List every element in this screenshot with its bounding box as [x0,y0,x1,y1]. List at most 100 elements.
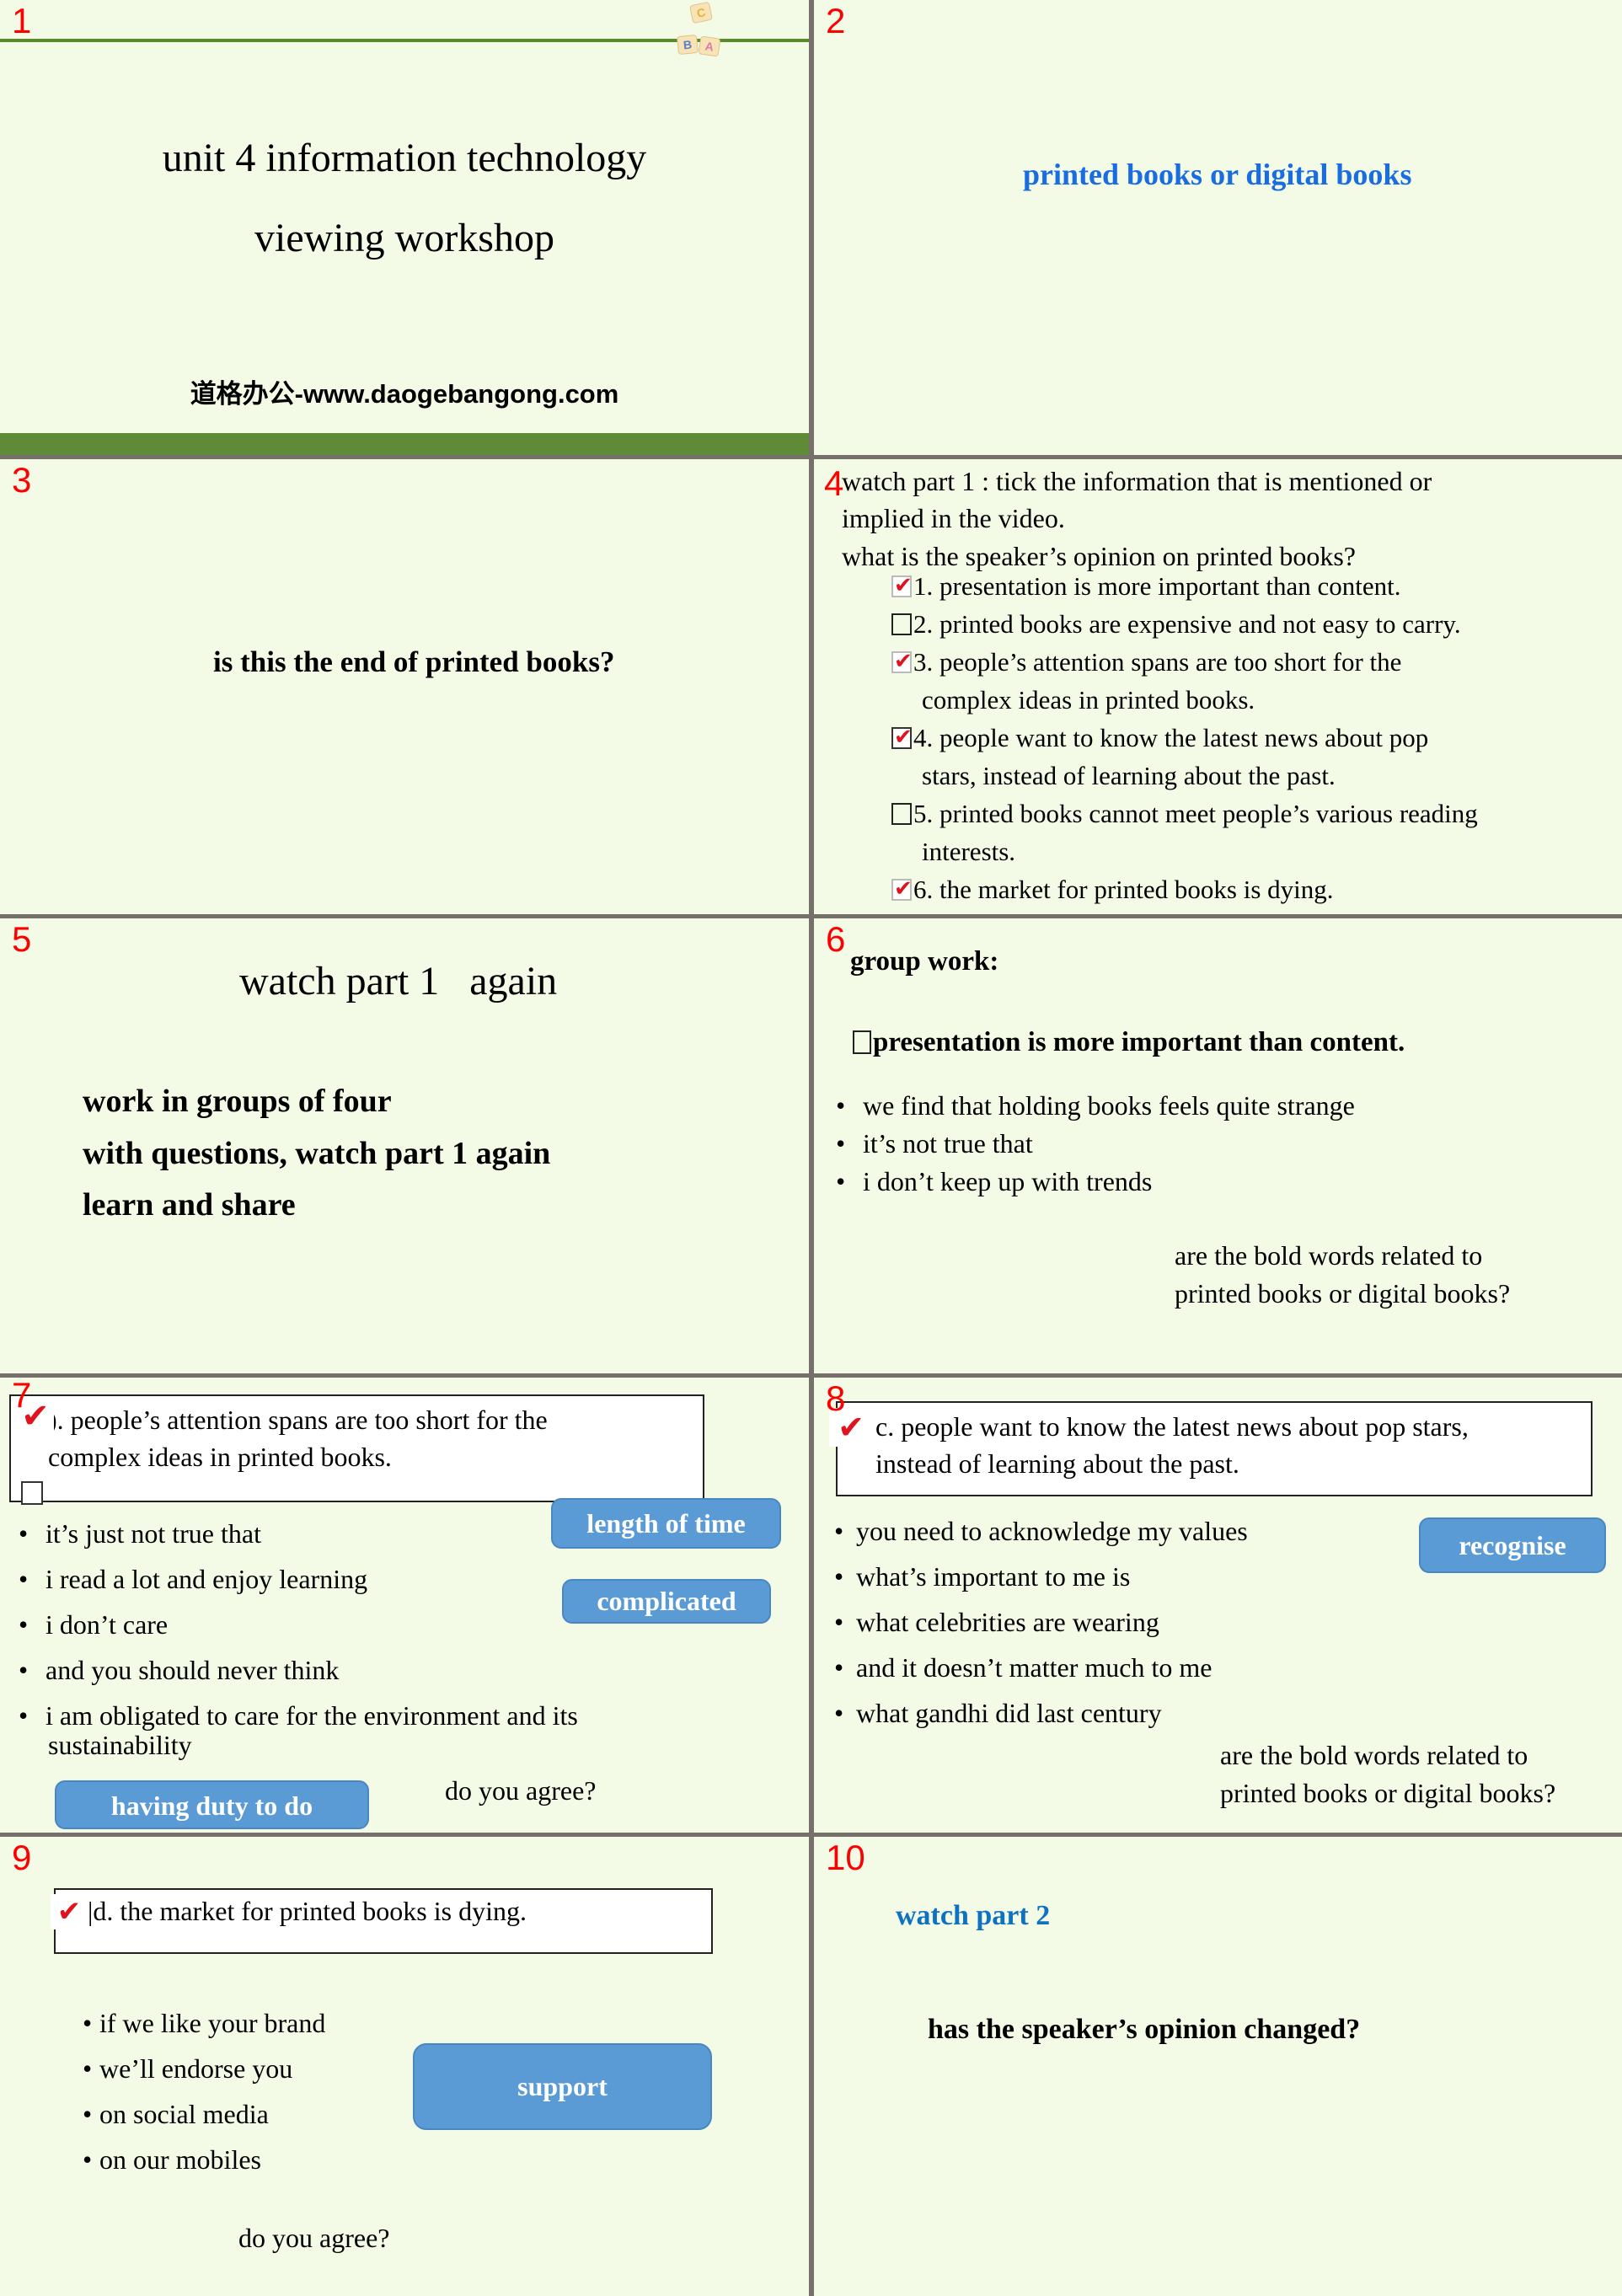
list-item: i read a lot and enjoy learning [15,1556,578,1602]
slide-heading: printed books or digital books [1023,158,1412,191]
list-item: on social media [79,2091,325,2137]
option-text: 4. people want to know the latest news a… [913,723,1429,752]
label-length-of-time[interactable]: length of time [551,1498,781,1549]
list-item: we’ll endorse you [79,2046,325,2091]
option-text: 3. people’s attention spans are too shor… [913,647,1402,677]
slide-7[interactable]: ✔ 7 ). people’s attention spans are too … [0,1378,809,1833]
website-credit: 道格办公-www.daogebangong.com [190,379,619,409]
block-c: C [688,1,714,24]
option-text: 5. printed books cannot meet people’s va… [913,799,1478,828]
slide-8[interactable]: ✔ 8 c. people want to know the latest ne… [814,1378,1622,1833]
instruction-line-2: implied in the video. [842,503,1065,533]
list-item: if we like your brand [79,2000,325,2046]
label-support[interactable]: support [413,2043,712,2130]
list-item: i don’t keep up with trends [832,1163,1355,1201]
slide-1[interactable]: 1 C B A unit 4 information technology vi… [0,0,809,455]
list-item: and it doesn’t matter much to me [831,1645,1248,1690]
step-3: learn and share [83,1187,296,1223]
statement-line-2: instead of learning about the past. [875,1448,1239,1479]
slide-subtitle: viewing workshop [254,216,554,260]
slide-number: 8 [826,1378,846,1418]
checkbox-checked-icon[interactable]: ✔ [891,574,913,597]
slide-4[interactable]: 4 watch part 1 : tick the information th… [814,459,1622,914]
checkbox-empty-icon[interactable] [853,1030,871,1054]
slide-number: 1 [12,1,32,40]
footer-band [0,433,809,455]
bullet-continuation: sustainability [48,1730,192,1760]
checkbox-empty-icon[interactable] [891,613,912,635]
slide-3[interactable]: 3 is this the end of printed books? [0,459,809,914]
agree-question: do you agree? [238,2223,390,2253]
slide-number: 9 [12,1838,32,1877]
label-complicated[interactable]: complicated [562,1579,771,1624]
bullet-list: it’s just not true that i read a lot and… [15,1511,578,1738]
statement-text: presentation is more important than cont… [873,1027,1405,1057]
slide-heading: watch part 2 [896,1900,1051,1931]
slide-number: 10 [826,1838,865,1877]
step-1: work in groups of four [83,1084,392,1119]
slide-question: is this the end of printed books? [213,645,615,678]
slide-number: 5 [12,919,32,959]
slide-2[interactable]: 2 printed books or digital books [814,0,1622,455]
label-having-duty-to-do[interactable]: having duty to do [55,1780,369,1829]
checkbox-checked-icon[interactable]: ✔ [891,725,913,749]
option-text: 6. the market for printed books is dying… [913,875,1334,904]
list-item: what’s important to me is [831,1554,1248,1599]
option-5-continuation: interests. [922,837,1016,866]
block-b: B [676,34,699,56]
checkbox-checked-icon[interactable]: ✔ [891,650,913,673]
list-item: you need to acknowledge my values [831,1508,1248,1554]
slide-10[interactable]: 10 watch part 2 has the speaker’s opinio… [814,1837,1622,2296]
statement-line-1: ). people’s attention spans are too shor… [48,1405,548,1435]
label-recognise[interactable]: recognise [1419,1517,1606,1573]
question-line-2: printed books or digital books? [1175,1278,1511,1309]
list-item: we find that holding books feels quite s… [832,1087,1355,1125]
statement-line-2: complex ideas in printed books. [48,1442,392,1472]
checkbox-empty-icon[interactable] [891,803,912,825]
agree-question: do you agree? [445,1775,597,1806]
question-line-1: are the bold words related to [1220,1740,1528,1770]
bullet-list: we find that holding books feels quite s… [832,1087,1355,1201]
statement-line-1: c. people want to know the latest news a… [875,1411,1469,1442]
list-item: it’s not true that [832,1125,1355,1163]
statement: presentation is more important than cont… [853,1027,1405,1058]
instruction-line-1: watch part 1 : tick the information that… [842,466,1432,496]
slide-heading: group work: [850,946,999,977]
slide-9[interactable]: 9 ✔ |d. the market for printed books is … [0,1837,809,2296]
block-a: A [698,35,721,57]
abc-blocks-icon: C B A [674,1,725,57]
option-4-continuation: stars, instead of learning about the pas… [922,761,1336,790]
checkbox-checked-icon[interactable]: ✔ [891,877,913,901]
slide-title: unit 4 information technology [162,136,647,180]
list-item: what celebrities are wearing [831,1599,1248,1645]
slide-number: 4 [824,463,844,503]
option-5[interactable]: 5. printed books cannot meet people’s va… [891,795,1599,832]
option-3[interactable]: ✔ 3. people’s attention spans are too sho… [891,643,1599,681]
option-text: 1. presentation is more important than c… [913,571,1401,601]
tick-icon: ✔ [51,1894,88,1929]
option-2[interactable]: 2. printed books are expensive and not e… [891,605,1599,643]
question-line-2: printed books or digital books? [1220,1778,1556,1808]
bullet-list: if we like your brand we’ll endorse you … [79,2000,325,2182]
bullet-list: you need to acknowledge my values what’s… [831,1508,1248,1736]
list-item: what gandhi did last century [831,1690,1248,1736]
option-3-continuation: complex ideas in printed books. [922,685,1255,714]
list-item: i don’t care [15,1602,578,1647]
slide-number: 2 [826,1,846,40]
checkbox-empty-icon[interactable] [21,1481,43,1505]
slide-number: 3 [12,460,32,500]
slide-number: 7 [12,1378,32,1415]
slide-5[interactable]: 5 watch part 1 again work in groups of f… [0,918,809,1373]
list-item: it’s just not true that [15,1511,578,1556]
list-item: and you should never think [15,1647,578,1693]
step-2: with questions, watch part 1 again [83,1136,551,1171]
option-6[interactable]: ✔ 6. the market for printed books is dyin… [891,870,1599,908]
option-4[interactable]: ✔ 4. people want to know the latest news … [891,719,1599,757]
statement-text: |d. the market for printed books is dyin… [88,1896,527,1926]
option-1[interactable]: ✔ 1. presentation is more important than … [891,567,1599,605]
slide-question: has the speaker’s opinion changed? [928,2014,1361,2045]
list-item: on our mobiles [79,2137,325,2182]
slide-title: watch part 1 again [239,959,558,1003]
option-text: 2. printed books are expensive and not e… [913,609,1461,639]
slide-6[interactable]: 6 group work: presentation is more impor… [814,918,1622,1373]
